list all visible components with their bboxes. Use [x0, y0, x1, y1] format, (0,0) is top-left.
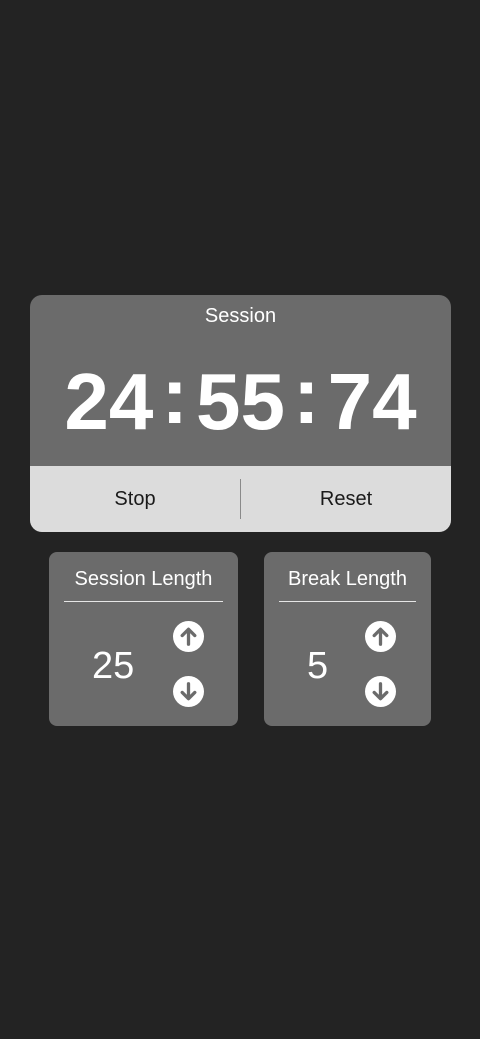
timer-minutes: 24 [64, 357, 154, 446]
break-length-title: Break Length [288, 568, 407, 590]
session-length-title: Session Length [74, 568, 213, 590]
session-decrement-icon[interactable] [173, 676, 204, 707]
session-increment-icon[interactable] [173, 621, 204, 652]
session-length-card: Session Length 25 [49, 552, 238, 726]
session-length-value: 25 [92, 645, 135, 687]
timer-seconds: 55 [196, 357, 285, 446]
break-length-divider [279, 601, 416, 602]
timer-card: Session 24 : 55 : 74 Stop Reset [30, 295, 451, 532]
timer-controls: Stop Reset [30, 466, 451, 532]
reset-button[interactable]: Reset [241, 466, 451, 532]
stop-button[interactable]: Stop [30, 466, 240, 532]
break-length-value: 5 [307, 645, 329, 687]
timer-separator: : [292, 351, 320, 440]
break-length-card: Break Length 5 [264, 552, 431, 726]
session-length-divider [64, 601, 223, 602]
timer-display: 24 : 55 : 74 [30, 351, 451, 447]
break-increment-icon[interactable] [365, 621, 396, 652]
timer-separator: : [161, 351, 188, 440]
break-decrement-icon[interactable] [365, 676, 396, 707]
timer-label: Session [204, 305, 277, 327]
timer-hundredths: 74 [327, 357, 417, 446]
